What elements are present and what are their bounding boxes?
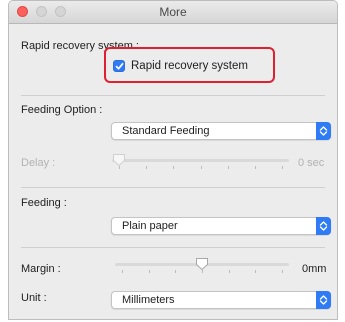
separator: [21, 187, 325, 188]
margin-value: 0mm: [302, 263, 327, 275]
delay-slider-thumb: [113, 154, 125, 167]
margin-slider-tick: [228, 270, 230, 273]
separator: [21, 95, 325, 96]
margin-slider-tick: [122, 270, 123, 273]
popup-arrows-icon: [316, 122, 331, 140]
rapid-recovery-checkbox-label: Rapid recovery system: [131, 60, 248, 72]
margin-slider-thumb[interactable]: [195, 257, 209, 271]
delay-value: 0 sec: [298, 157, 325, 169]
delay-slider-track: [112, 159, 289, 162]
margin-slider-tick: [282, 270, 283, 273]
popup-arrows-icon: [316, 217, 331, 235]
margin-slider-tick: [148, 270, 150, 273]
unit-popup[interactable]: Millimeters: [111, 291, 331, 309]
feeding-option-label: Feeding Option :: [21, 104, 103, 116]
checkmark-icon: [115, 62, 124, 70]
feeding-option-popup[interactable]: Standard Feeding: [111, 122, 331, 140]
feeding-popup[interactable]: Plain paper: [111, 217, 331, 235]
delay-slider-tick: [227, 166, 229, 169]
delay-slider-tick: [200, 166, 202, 169]
more-dialog-window: More Rapid recovery system : Rapid recov…: [8, 0, 338, 320]
separator: [21, 247, 325, 248]
feeding-value: Plain paper: [122, 220, 178, 232]
delay-slider: [112, 153, 289, 169]
window-title: More: [159, 5, 187, 19]
margin-slider[interactable]: [115, 257, 289, 273]
rapid-recovery-checkbox-row[interactable]: Rapid recovery system: [113, 58, 248, 74]
popup-arrows-icon: [316, 291, 331, 309]
delay-slider-tick: [282, 166, 283, 169]
delay-slider-tick: [173, 166, 175, 169]
delay-slider-tick: [254, 166, 256, 169]
unit-label: Unit :: [21, 292, 47, 304]
margin-slider-tick: [175, 270, 177, 273]
feeding-option-value: Standard Feeding: [122, 125, 210, 137]
title-bar: More: [9, 1, 337, 24]
delay-slider-tick: [146, 166, 148, 169]
margin-slider-tick: [255, 270, 257, 273]
delay-label: Delay :: [21, 157, 56, 169]
margin-label: Margin :: [21, 263, 61, 275]
feeding-label: Feeding :: [21, 197, 67, 209]
rapid-recovery-checkbox[interactable]: [113, 60, 125, 72]
unit-value: Millimeters: [122, 294, 175, 306]
